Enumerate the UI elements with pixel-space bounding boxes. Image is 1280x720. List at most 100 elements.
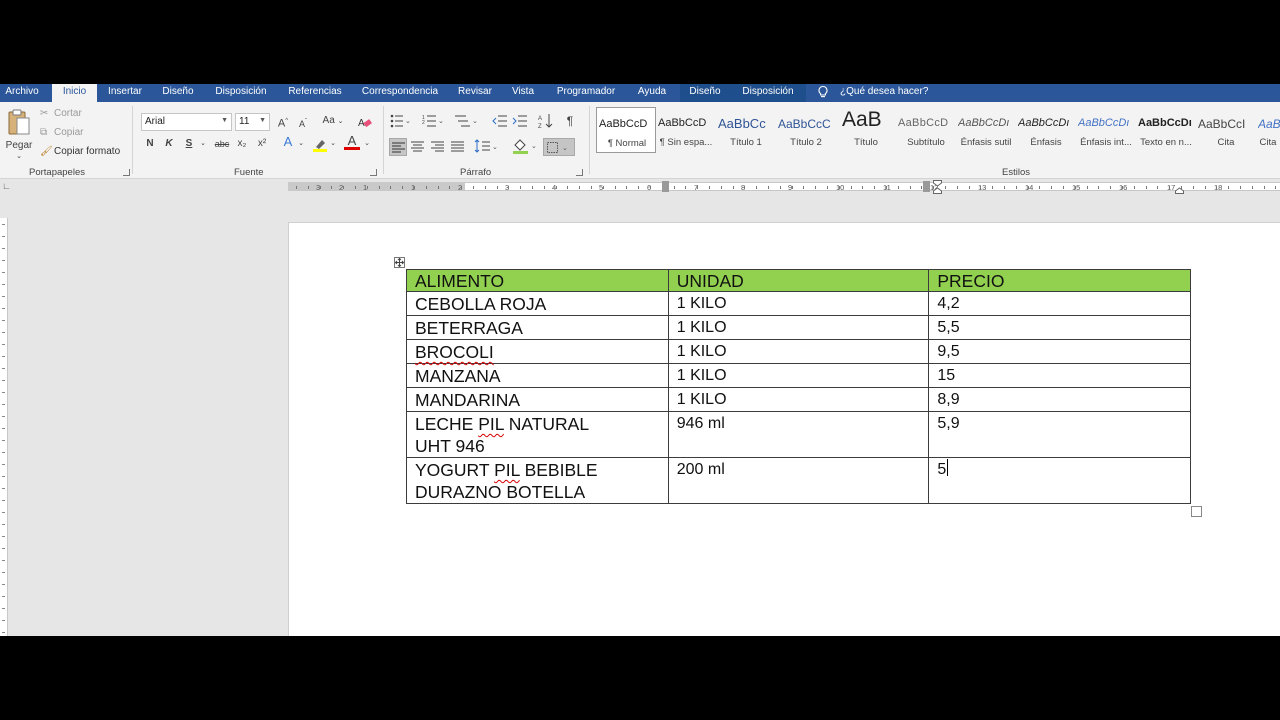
tab-diseno[interactable]: Diseño (156, 84, 200, 102)
line-spacing-icon[interactable]: ⌄ (474, 139, 500, 153)
cell-precio[interactable]: 4,2 (928, 291, 1191, 316)
font-size-combo[interactable]: 11 ▼ (235, 113, 270, 131)
cell-precio[interactable]: 5,5 (928, 315, 1191, 340)
style-emphasis[interactable]: AaBbCcDı Énfasis (1016, 107, 1076, 153)
font-launcher-icon[interactable] (370, 169, 377, 176)
vertical-ruler[interactable] (0, 218, 8, 636)
style-strong[interactable]: AaBbCcDı Texto en n... (1136, 107, 1196, 153)
underline-button[interactable]: S (182, 137, 196, 151)
header-cell-unidad[interactable]: UNIDAD (667, 269, 930, 292)
style-intense-emphasis[interactable]: AaBbCcDı Énfasis int... (1076, 107, 1136, 153)
shading-icon[interactable]: ⌄ (512, 138, 540, 154)
grow-font-button[interactable]: A^ (276, 114, 290, 131)
right-indent-marker-icon[interactable] (1175, 180, 1184, 194)
cell-alimento[interactable]: CEBOLLA ROJA (406, 291, 669, 316)
cell-precio[interactable]: 5,9 (928, 411, 1191, 458)
cell-unidad[interactable]: 1 KILO (667, 291, 930, 316)
cell-alimento[interactable]: LECHE PIL NATURAL UHT 946 (406, 411, 669, 458)
style-heading-1[interactable]: AaBbCc Título 1 (716, 107, 776, 153)
chevron-down-icon[interactable]: ⌄ (362, 137, 372, 151)
document-page[interactable]: ALIMENTO UNIDAD PRECIO CEBOLLA ROJA 1 KI… (288, 222, 1280, 636)
column-marker-icon[interactable] (923, 181, 930, 192)
cell-alimento[interactable]: YOGURT PIL BEBIBLE DURAZNO BOTELLA (406, 457, 669, 504)
tab-table-design[interactable]: Diseño (680, 84, 730, 102)
numbering-icon[interactable]: 12 ⌄ (422, 114, 446, 128)
cell-unidad[interactable]: 1 KILO (667, 363, 930, 388)
bullets-icon[interactable]: ⌄ (390, 114, 412, 128)
chevron-down-icon[interactable]: ⌄ (296, 137, 306, 151)
superscript-button[interactable]: x² (254, 137, 270, 151)
tab-vista[interactable]: Vista (507, 84, 539, 102)
table-move-handle[interactable] (394, 257, 405, 268)
cell-alimento[interactable]: MANDARINA (406, 387, 669, 412)
food-price-table[interactable]: ALIMENTO UNIDAD PRECIO CEBOLLA ROJA 1 KI… (406, 269, 1191, 504)
justify-icon[interactable] (451, 141, 464, 152)
style-subtle-emphasis[interactable]: AaBbCcDı Énfasis sutil (956, 107, 1016, 153)
style-heading-2[interactable]: AaBbCcC Título 2 (776, 107, 836, 153)
header-cell-precio[interactable]: PRECIO (928, 269, 1191, 292)
tab-inicio[interactable]: Inicio (52, 84, 97, 102)
highlighter-icon[interactable] (312, 138, 328, 152)
font-name-combo[interactable]: Arial ▼ (141, 113, 232, 131)
bold-button[interactable]: N (143, 137, 157, 151)
tab-revisar[interactable]: Revisar (452, 84, 498, 102)
multilevel-list-icon[interactable]: ⌄ (454, 114, 480, 128)
align-center-icon[interactable] (411, 141, 424, 152)
tab-ayuda[interactable]: Ayuda (632, 84, 672, 102)
align-left-button[interactable] (389, 138, 407, 156)
tab-disposicion[interactable]: Disposición (210, 84, 272, 102)
cell-unidad[interactable]: 1 KILO (667, 387, 930, 412)
cut-button[interactable]: Cortar (54, 108, 82, 119)
text-effects-button[interactable]: A (280, 135, 296, 149)
tab-correspondencia[interactable]: Correspondencia (358, 84, 442, 102)
increase-indent-icon[interactable] (512, 114, 528, 128)
cell-precio[interactable]: 9,5 (928, 339, 1191, 364)
clipboard-launcher-icon[interactable] (123, 169, 130, 176)
header-cell-alimento[interactable]: ALIMENTO (406, 269, 669, 292)
cell-unidad[interactable]: 200 ml (667, 457, 930, 504)
chevron-down-icon[interactable]: ⌄ (328, 137, 338, 151)
table-resize-handle[interactable] (1191, 506, 1202, 517)
shrink-font-button[interactable]: Aˇ (296, 115, 310, 131)
cell-unidad[interactable]: 1 KILO (667, 315, 930, 340)
style-title[interactable]: AaB Título (836, 107, 896, 153)
style-no-spacing[interactable]: AaBbCcD ¶ Sin espa... (656, 107, 716, 153)
tab-programador[interactable]: Programador (550, 84, 622, 102)
indent-marker-icon[interactable] (933, 180, 942, 194)
tab-referencias[interactable]: Referencias (283, 84, 347, 102)
chevron-down-icon[interactable]: ⌄ (198, 137, 208, 151)
column-marker-icon[interactable] (662, 181, 669, 192)
cell-unidad[interactable]: 946 ml (667, 411, 930, 458)
font-color-button[interactable]: A (344, 134, 360, 150)
change-case-button[interactable]: Aa ⌄ (320, 114, 346, 129)
cell-alimento[interactable]: BROCOLI (406, 339, 669, 364)
style-normal[interactable]: AaBbCcD ¶ Normal (596, 107, 656, 153)
tab-insertar[interactable]: Insertar (102, 84, 148, 102)
borders-button[interactable]: ⌄ (543, 138, 575, 156)
cell-unidad[interactable]: 1 KILO (667, 339, 930, 364)
copy-button[interactable]: Copiar (54, 127, 83, 138)
clear-formatting-icon[interactable]: A (358, 116, 372, 129)
paragraph-launcher-icon[interactable] (576, 169, 583, 176)
align-right-icon[interactable] (431, 141, 444, 152)
italic-button[interactable]: K (162, 137, 176, 151)
style-intense-quote[interactable]: AaBbCcI Cita (1256, 107, 1280, 153)
horizontal-ruler[interactable]: ∟ 321123456789101112131415161718 (0, 180, 1280, 194)
cell-precio[interactable]: 15 (928, 363, 1191, 388)
cell-precio[interactable]: 5 (928, 457, 1191, 504)
show-formatting-button[interactable]: ¶ (563, 114, 577, 128)
cell-alimento[interactable]: MANZANA (406, 363, 669, 388)
strikethrough-button[interactable]: abc (213, 137, 231, 151)
tab-selector-icon[interactable]: ∟ (2, 181, 11, 191)
cell-precio[interactable]: 8,9 (928, 387, 1191, 412)
tab-table-layout[interactable]: Disposición (730, 84, 806, 102)
tell-me-search[interactable]: ¿Qué desea hacer? (840, 86, 928, 97)
decrease-indent-icon[interactable] (492, 114, 508, 128)
format-painter-button[interactable]: Copiar formato (54, 146, 120, 157)
subscript-button[interactable]: x₂ (234, 137, 250, 151)
style-quote[interactable]: AaBbCcI Cita (1196, 107, 1256, 153)
cell-alimento[interactable]: BETERRAGA (406, 315, 669, 340)
sort-icon[interactable]: AZ (538, 113, 554, 129)
tab-archivo[interactable]: Archivo (0, 84, 44, 102)
style-subtitle[interactable]: AaBbCcD Subtítulo (896, 107, 956, 153)
